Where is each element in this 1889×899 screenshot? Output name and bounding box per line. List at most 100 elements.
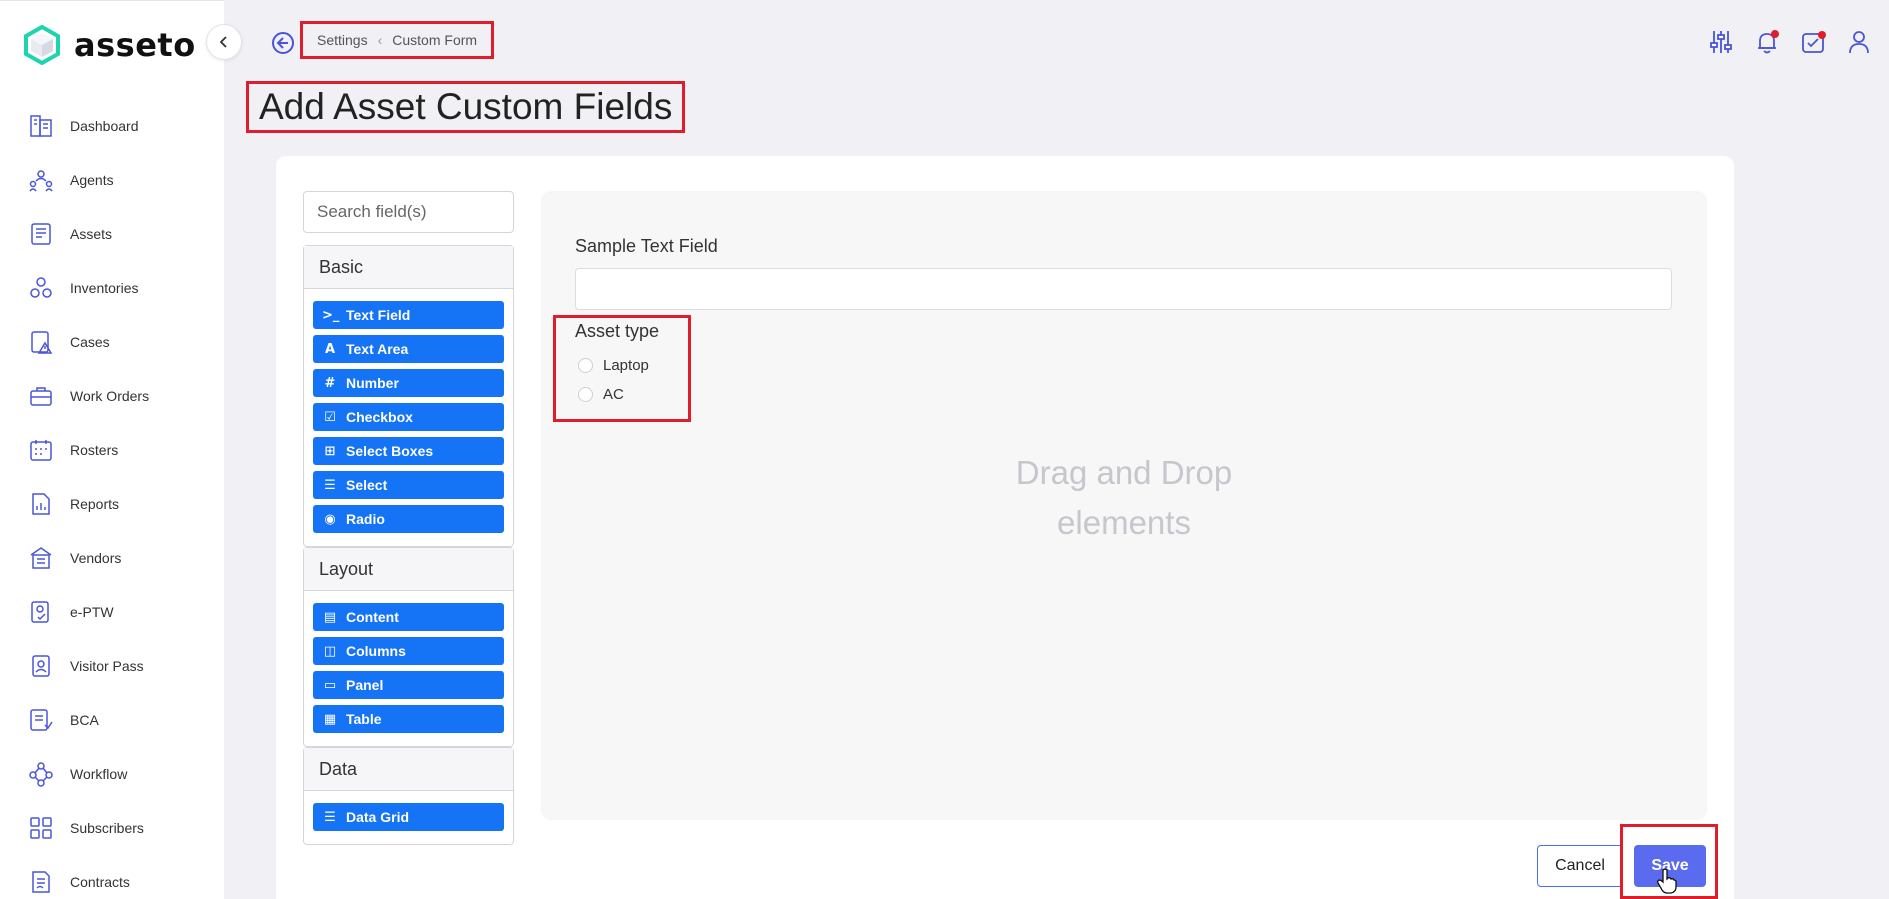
app-name: asseto [74,26,196,64]
sidebar-item-workflow[interactable]: Workflow [0,747,224,801]
sidebar-item-dashboard[interactable]: Dashboard [0,99,224,153]
contracts-icon [32,871,50,893]
sidebar-item-eptw[interactable]: e-PTW [0,585,224,639]
sidebar-item-label: Contracts [70,874,130,890]
component-label: Content [346,609,399,625]
grid-list-icon: ☰ [324,809,336,825]
palette-group-basic: Basic >_ Text Field A Text Area # Number ☑ C… [303,245,514,547]
radio-circle[interactable] [578,358,593,373]
agents-icon [29,170,53,192]
component-panel[interactable]: ▭ Panel [313,671,504,699]
breadcrumb-custom-form[interactable]: Custom Form [392,32,477,48]
visitor-pass-icon [32,655,50,677]
app-logo[interactable]: asseto [22,25,196,65]
component-label: Columns [346,643,406,659]
component-label: Select [346,477,388,493]
workflow-icon [29,762,53,787]
component-table[interactable]: ▦ Table [313,705,504,733]
user-profile-icon[interactable] [1845,28,1873,56]
asset-type-label: Asset type [575,321,660,341]
radio-option-ac[interactable]: AC [578,386,624,403]
palette-group-data: Data ☰ Data Grid [303,747,514,845]
sidebar-item-agents[interactable]: Agents [0,153,224,207]
columns-icon: ◫ [323,643,337,659]
page-title-highlight: Add Asset Custom Fields [246,81,686,133]
component-checkbox[interactable]: ☑ Checkbox [313,403,504,431]
tasks-icon[interactable] [1799,28,1827,56]
sidebar-item-label: Dashboard [70,118,139,134]
sidebar-item-work-orders[interactable]: Work Orders [0,369,224,423]
sidebar-item-label: Subscribers [70,820,144,836]
sidebar-item-label: Vendors [70,550,122,566]
sidebar-item-rosters[interactable]: Rosters [0,423,224,477]
inventories-icon [30,277,52,298]
radio-option-laptop[interactable]: Laptop [578,357,649,374]
sidebar-item-visitor-pass[interactable]: Visitor Pass [0,639,224,693]
component-data-grid[interactable]: ☰ Data Grid [313,803,504,831]
sidebar-item-subscribers[interactable]: Subscribers [0,801,224,855]
sidebar-item-inventories[interactable]: Inventories [0,261,224,315]
palette-group-body: ▤ Content ◫ Columns ▭ Panel ▦ Table [304,591,513,745]
component-label: Number [346,375,399,391]
component-label: Text Field [346,307,411,323]
sidebar-item-label: e-PTW [70,604,114,620]
component-radio[interactable]: ◉ Radio [313,505,504,533]
radio-circle[interactable] [578,387,593,402]
breadcrumb: Settings ‹ Custom Form [300,21,495,59]
component-content[interactable]: ▤ Content [313,603,504,631]
component-number[interactable]: # Number [313,369,504,397]
component-columns[interactable]: ◫ Columns [313,637,504,665]
tasks-badge [1818,31,1826,39]
drag-drop-hint-line: Drag and Drop [1015,454,1233,491]
back-icon[interactable] [270,30,296,56]
component-label: Radio [346,511,385,527]
rosters-icon [30,440,52,461]
sidebar-item-contracts[interactable]: Contracts [0,855,224,899]
sidebar-collapse-button[interactable] [206,24,242,60]
plus-square-icon: ⊞ [324,443,336,459]
sidebar-item-label: Rosters [70,442,119,458]
filter-sliders-icon[interactable] [1707,28,1735,56]
chevron-left-icon [219,36,227,48]
component-label: Text Area [346,341,409,357]
cancel-button[interactable]: Cancel [1537,845,1623,887]
sidebar-item-cases[interactable]: Cases [0,315,224,369]
palette-group-header[interactable]: Basic [304,246,513,289]
topbar-actions [1707,28,1873,56]
component-select-boxes[interactable]: ⊞ Select Boxes [313,437,504,465]
sidebar-item-reports[interactable]: Reports [0,477,224,531]
hand-pointer-cursor-icon [1657,868,1677,894]
sample-text-field-input[interactable] [575,268,1672,310]
notification-bell-icon[interactable] [1753,28,1781,56]
breadcrumb-settings[interactable]: Settings [317,32,368,48]
sidebar-item-bca[interactable]: BCA [0,693,224,747]
sidebar-item-label: Visitor Pass [70,658,144,674]
dashboard-icon [30,115,52,137]
sidebar-nav: Dashboard Agents Assets Inventories Case… [0,99,224,899]
palette-group-body: ☰ Data Grid [304,791,513,843]
sample-text-field-label: Sample Text Field [575,236,718,256]
sidebar-item-label: Assets [70,226,113,242]
sidebar-item-assets[interactable]: Assets [0,207,224,261]
palette-group-layout: Layout ▤ Content ◫ Columns ▭ Panel ▦ Table [303,547,514,747]
sidebar-item-label: Work Orders [70,388,150,404]
component-select[interactable]: ☰ Select [313,471,504,499]
component-label: Select Boxes [346,443,434,459]
eptw-icon [31,601,49,623]
sidebar-item-vendors[interactable]: Vendors [0,531,224,585]
list-icon: ☰ [324,477,336,493]
component-label: Panel [346,677,384,693]
palette-group-header[interactable]: Data [304,748,513,791]
page-title: Add Asset Custom Fields [259,86,673,127]
vendors-icon [30,547,52,569]
sidebar-item-label: BCA [70,712,99,728]
component-text-area[interactable]: A Text Area [313,335,504,363]
component-text-field[interactable]: >_ Text Field [313,301,504,329]
component-label: Data Grid [346,809,410,825]
palette-group-header[interactable]: Layout [304,548,513,591]
hashtag-icon: # [324,375,336,391]
bca-icon [30,709,53,731]
reports-icon [32,493,50,515]
drag-drop-hint: Drag and Drop elements [941,448,1307,548]
search-fields-input[interactable] [303,191,514,233]
